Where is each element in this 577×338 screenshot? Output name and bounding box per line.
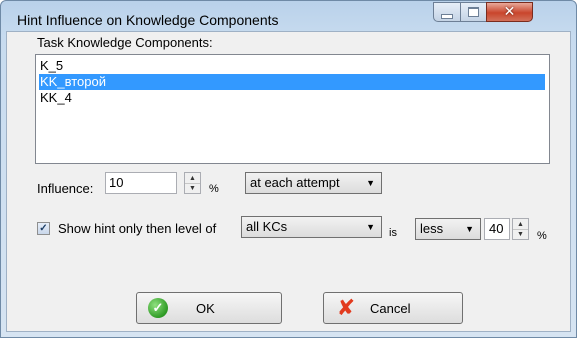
- chevron-down-icon[interactable]: ▼: [366, 173, 375, 193]
- window-title: Hint Influence on Knowledge Components: [17, 12, 279, 28]
- checkmark-icon: ✓: [148, 298, 168, 318]
- task-kc-listbox[interactable]: K_5 KK_второй KK_4: [35, 54, 550, 164]
- influence-stepper[interactable]: ▲ ▼: [184, 172, 201, 194]
- cancel-button[interactable]: ✘ Cancel: [323, 292, 463, 324]
- influence-mode-value: at each attempt: [250, 175, 340, 190]
- threshold-input[interactable]: 40: [484, 218, 510, 240]
- kc-scope-select[interactable]: all KCs ▼: [241, 216, 382, 238]
- show-hint-label: Show hint only then level of: [58, 221, 217, 236]
- cancel-button-label: Cancel: [370, 301, 411, 316]
- ok-button[interactable]: ✓ OK: [136, 292, 282, 324]
- threshold-stepper[interactable]: ▲ ▼: [512, 218, 529, 240]
- list-item-selected[interactable]: KK_второй: [39, 74, 545, 90]
- close-icon: ✕: [503, 4, 516, 20]
- ok-button-label: OK: [196, 301, 215, 316]
- maximize-button[interactable]: [460, 2, 487, 22]
- kc-scope-value: all KCs: [246, 219, 288, 234]
- maximize-icon: [461, 3, 486, 21]
- influence-label: Influence:: [37, 181, 94, 196]
- influence-mode-select[interactable]: at each attempt ▼: [245, 172, 382, 194]
- influence-input[interactable]: 10: [105, 172, 177, 194]
- show-hint-checkbox[interactable]: ✓: [37, 222, 50, 235]
- spin-down-icon[interactable]: ▼: [513, 229, 528, 239]
- comparison-value: less: [420, 221, 444, 236]
- minimize-button[interactable]: [433, 2, 461, 22]
- influence-percent-label: %: [209, 183, 219, 195]
- chevron-down-icon[interactable]: ▼: [366, 217, 375, 237]
- chevron-down-icon[interactable]: ▼: [465, 219, 474, 239]
- close-icon: ✘: [336, 295, 356, 321]
- list-item[interactable]: KK_4: [39, 90, 72, 106]
- minimize-icon: [434, 3, 460, 21]
- is-label: is: [389, 227, 397, 239]
- spin-down-icon[interactable]: ▼: [185, 183, 200, 193]
- title-bar[interactable]: Hint Influence on Knowledge Components ✕: [1, 1, 576, 33]
- threshold-percent-label: %: [537, 230, 547, 242]
- comparison-select[interactable]: less ▼: [415, 218, 481, 240]
- task-kc-label: Task Knowledge Components:: [37, 35, 213, 50]
- list-item[interactable]: K_5: [39, 58, 63, 74]
- close-button[interactable]: ✕: [486, 2, 533, 22]
- checkmark-icon: ✓: [39, 223, 48, 234]
